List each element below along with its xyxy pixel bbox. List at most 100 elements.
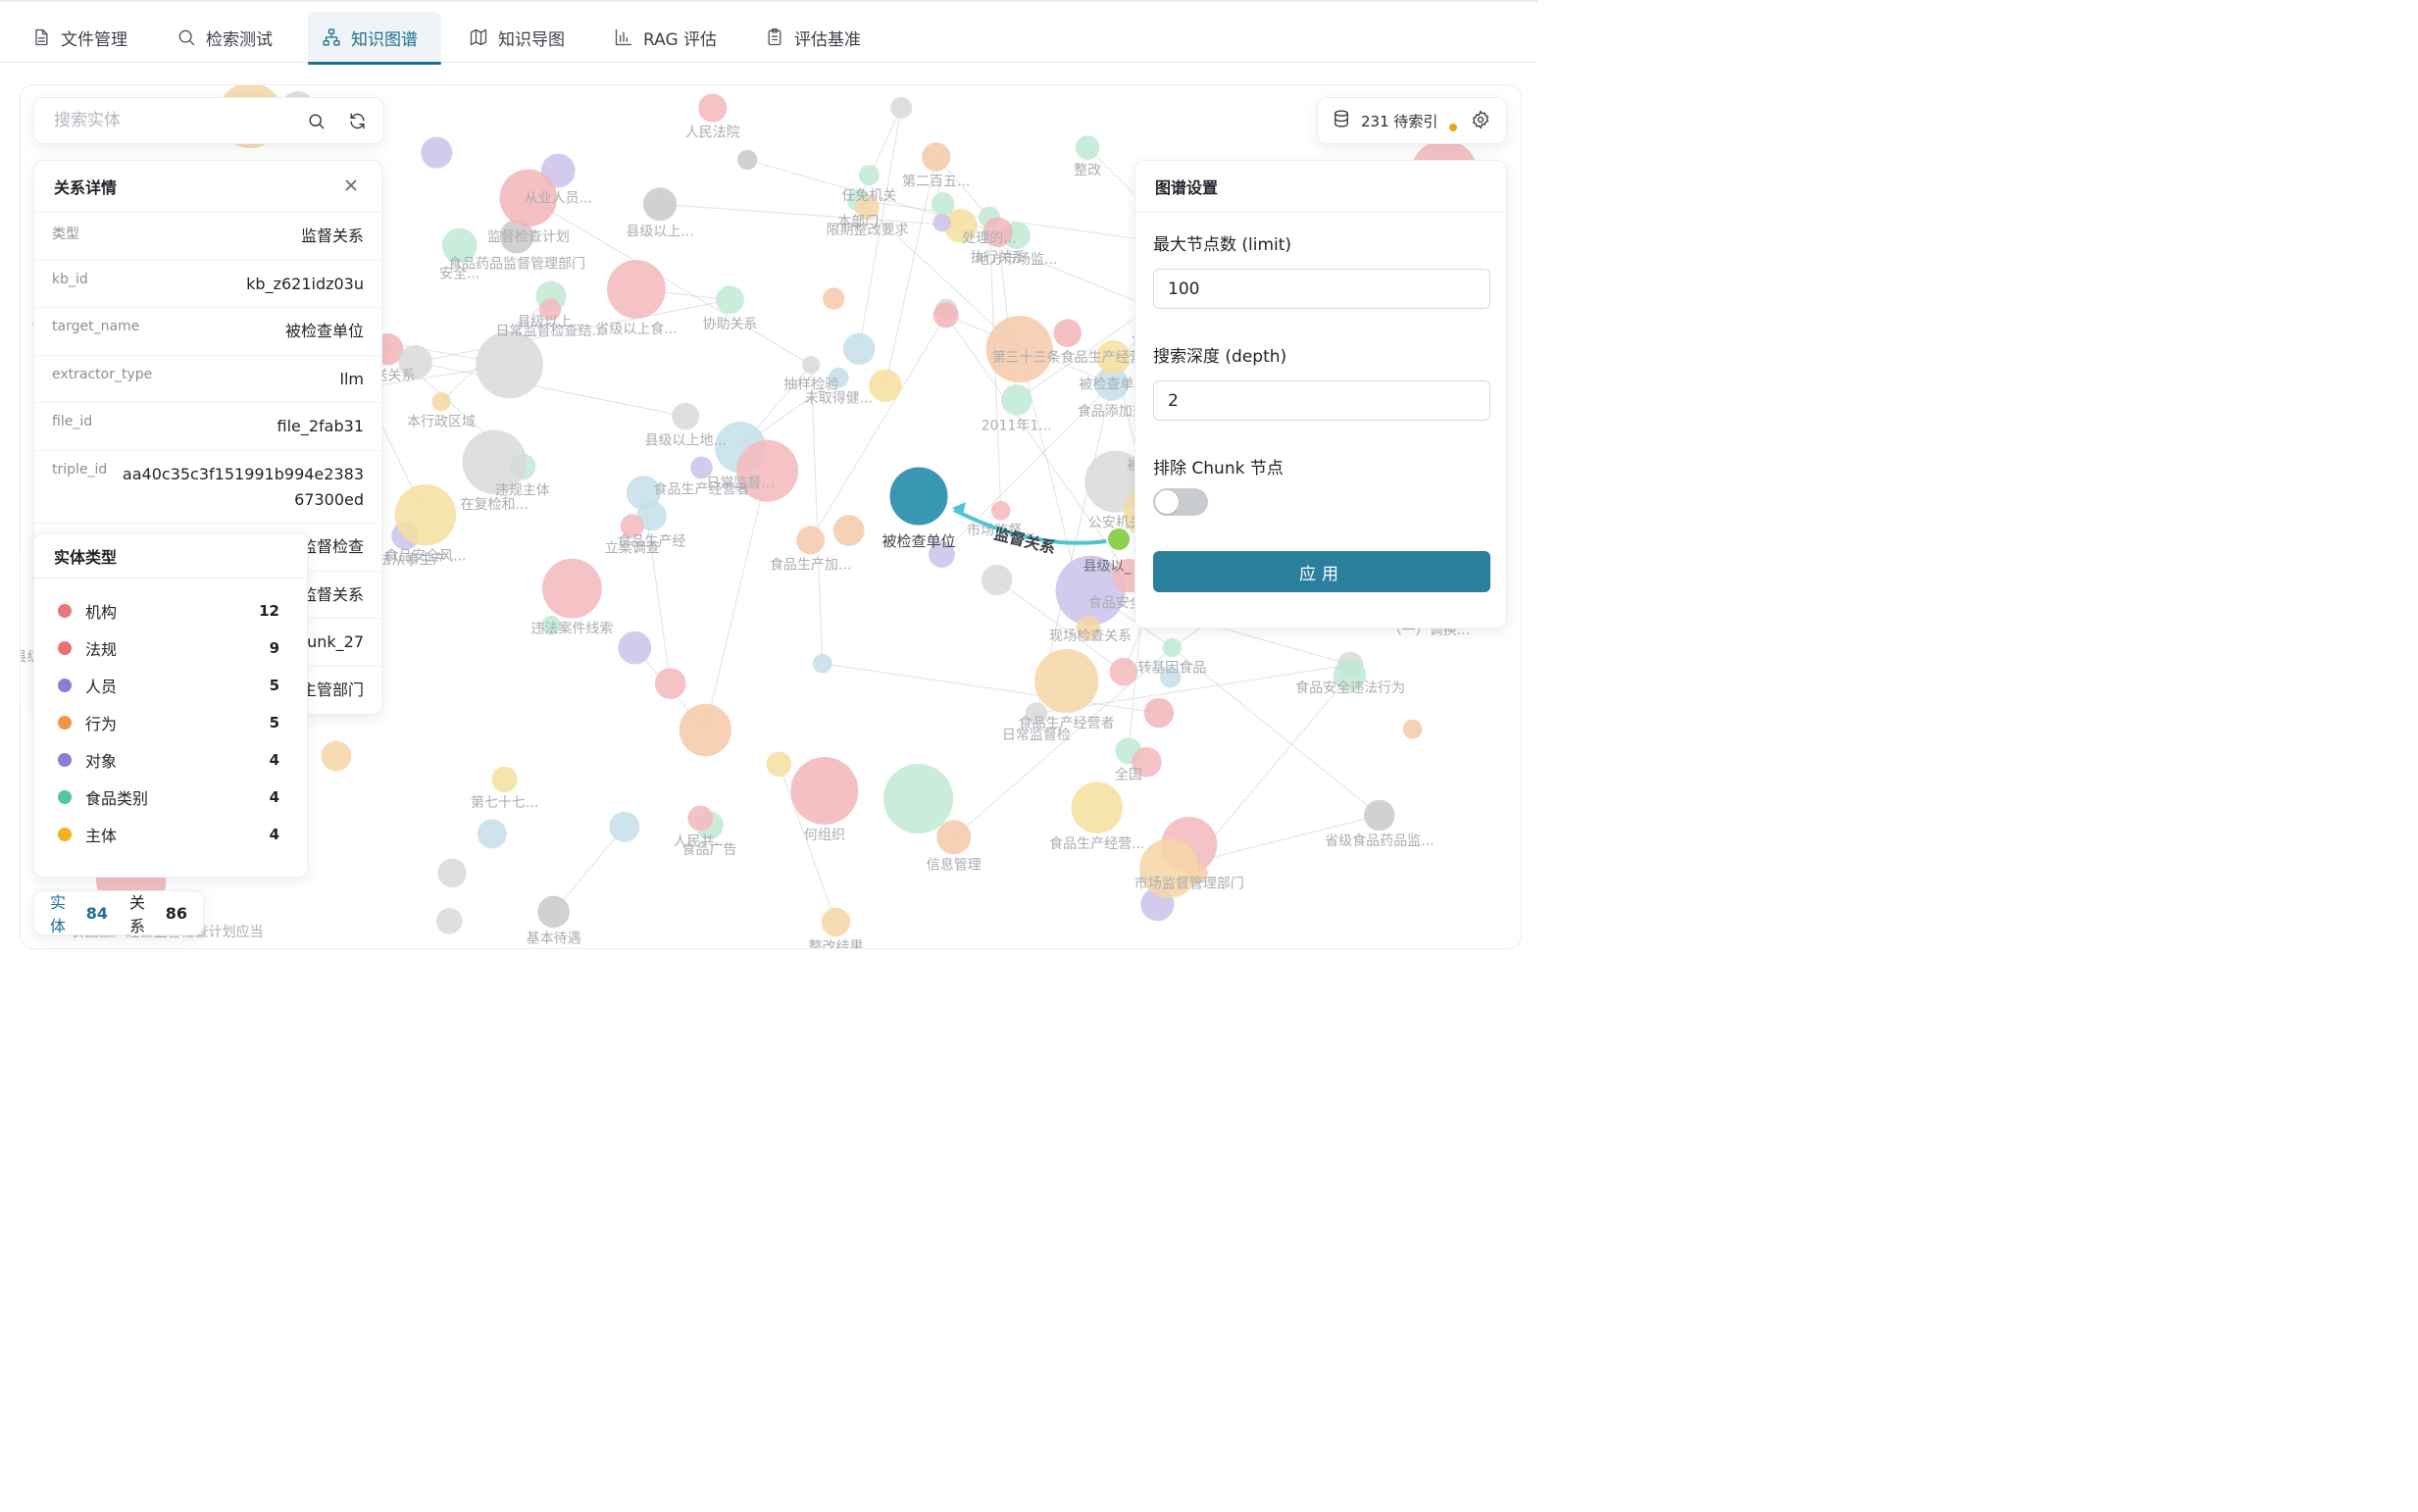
graph-node[interactable] [932, 302, 959, 328]
graph-node[interactable] [737, 149, 758, 171]
graph-node[interactable] [437, 858, 467, 888]
graph-node-label: 限期整改要求 [826, 223, 908, 238]
field-value: llm [339, 369, 364, 388]
graph-node[interactable] [643, 187, 678, 222]
search-button[interactable] [303, 108, 328, 133]
graph-node[interactable] [1402, 719, 1423, 739]
graph-node[interactable] [842, 332, 876, 366]
entity-type-item[interactable]: 食品类别 4 [34, 779, 307, 816]
graph-node[interactable] [1001, 384, 1033, 416]
bar-chart-icon [615, 28, 632, 46]
graph-node[interactable] [609, 811, 640, 842]
settings-button[interactable] [1471, 110, 1492, 131]
graph-node[interactable] [421, 136, 453, 169]
selected-node[interactable] [886, 464, 951, 529]
graph-node[interactable] [321, 740, 352, 772]
tab-label: 检索测试 [206, 29, 273, 50]
tab-file-management[interactable]: 文件管理 [18, 12, 141, 63]
entity-type-label: 法规 [85, 640, 118, 659]
entity-type-item[interactable]: 行为 5 [34, 704, 307, 741]
entity-type-item[interactable]: 法规 9 [34, 630, 307, 667]
graph-node[interactable] [922, 142, 951, 172]
graph-node[interactable] [672, 402, 700, 430]
exclude-chunk-toggle[interactable] [1153, 488, 1208, 516]
graph-node[interactable] [1364, 799, 1395, 832]
entity-color-dot [58, 828, 72, 841]
limit-input[interactable] [1153, 269, 1490, 309]
target-node[interactable] [1106, 527, 1132, 552]
graph-node[interactable] [654, 668, 686, 700]
graph-node[interactable] [981, 564, 1013, 596]
graph-node[interactable] [1109, 657, 1138, 686]
graph-node[interactable] [936, 820, 972, 855]
graph-node-label: 食品药品监督管理部门 [448, 255, 585, 272]
graph-node[interactable] [790, 757, 859, 825]
graph-node[interactable] [890, 96, 913, 119]
graph-node[interactable] [537, 895, 570, 929]
graph-node[interactable] [802, 355, 821, 375]
depth-input[interactable] [1153, 380, 1490, 421]
apply-button[interactable]: 应用 [1153, 551, 1490, 592]
graph-node[interactable] [687, 805, 714, 832]
graph-node[interactable] [679, 703, 732, 757]
entity-type-item[interactable]: 主体 4 [34, 816, 307, 853]
graph-node[interactable] [1162, 637, 1183, 658]
field-value: 监督关系 [300, 584, 364, 604]
graph-node-label: 信息管理 [927, 856, 982, 873]
field-key: 类型 [52, 227, 79, 242]
close-button[interactable] [344, 177, 362, 195]
graph-node[interactable] [990, 500, 1011, 521]
graph-node-label: 省级以上食... [595, 321, 677, 337]
graph-node[interactable] [1053, 319, 1082, 347]
graph-node-label: 第七十七... [471, 794, 538, 811]
graph-node[interactable] [394, 483, 457, 546]
tab-retrieval-test[interactable]: 检索测试 [163, 12, 286, 63]
graph-node[interactable] [1071, 781, 1124, 833]
graph-node[interactable] [832, 515, 865, 546]
graph-node[interactable] [618, 630, 652, 665]
graph-node[interactable] [1143, 697, 1175, 729]
exclude-chunk-label: 排除 Chunk 节点 [1153, 459, 1284, 479]
graph-node[interactable] [821, 907, 851, 937]
pending-index-count[interactable]: 231 待索引 [1361, 111, 1437, 131]
graph-node[interactable] [796, 526, 826, 555]
entity-search-input[interactable] [54, 111, 287, 130]
top-nav: 文件管理 检索测试 知识图谱 知识导图 RAG 评估 评估基准 [0, 0, 1537, 65]
graph-node[interactable] [883, 764, 954, 834]
graph-node[interactable] [931, 192, 955, 216]
entity-type-item[interactable]: 人员 5 [34, 667, 307, 704]
tab-eval-benchmark[interactable]: 评估基准 [751, 12, 875, 63]
graph-node[interactable] [932, 213, 951, 232]
graph-node[interactable] [823, 287, 845, 310]
tab-label: 知识图谱 [351, 29, 418, 50]
field-value: 监督关系 [300, 227, 364, 245]
entity-type-item[interactable]: 机构 12 [34, 592, 307, 630]
entity-type-item[interactable]: 对象 4 [34, 741, 307, 779]
graph-node[interactable] [491, 766, 518, 792]
tab-rag-eval[interactable]: RAG 评估 [600, 12, 730, 63]
graph-node[interactable] [607, 260, 666, 319]
graph-node-label: 县级以上... [626, 224, 693, 239]
tab-knowledge-graph[interactable]: 知识图谱 [308, 12, 441, 65]
graph-node[interactable] [698, 93, 728, 123]
graph-node[interactable] [431, 391, 451, 412]
graph-node-label: 全国 [1115, 766, 1142, 782]
graph-node[interactable] [869, 369, 902, 403]
graph-node[interactable] [1075, 135, 1100, 160]
graph-node[interactable] [435, 908, 463, 934]
graph-node-label: 省级食品药品监... [1325, 832, 1434, 849]
graph-node[interactable] [766, 751, 792, 778]
entity-color-dot [58, 753, 72, 767]
graph-node[interactable] [477, 819, 507, 849]
graph-node[interactable] [476, 330, 543, 399]
graph-node[interactable] [858, 165, 880, 186]
tab-knowledge-map[interactable]: 知识导图 [455, 12, 579, 63]
graph-node[interactable] [716, 285, 744, 315]
relation-count: 86 [165, 903, 187, 923]
relation-field-row: file_id file_2fab31 [34, 403, 381, 451]
graph-node[interactable] [812, 653, 832, 674]
graph-node[interactable] [541, 558, 602, 619]
refresh-button[interactable] [344, 108, 370, 133]
graph-node[interactable] [1034, 648, 1099, 714]
graph-node-label: 人民共... [674, 833, 728, 849]
